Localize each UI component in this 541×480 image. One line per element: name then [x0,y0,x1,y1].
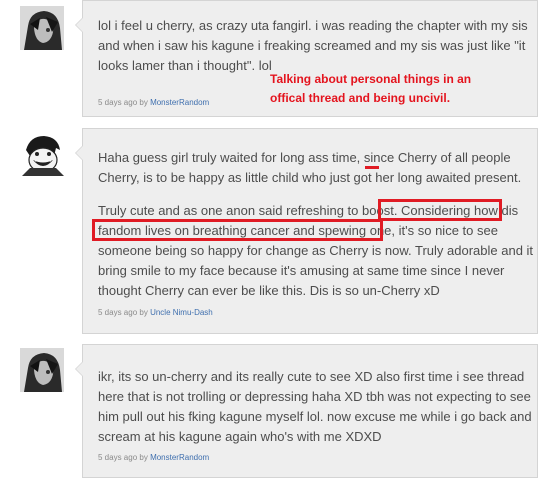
comment-line: lol i feel u cherry, as crazy uta fangir… [98,18,528,33]
user-avatar[interactable] [20,132,64,176]
user-avatar[interactable] [20,6,64,50]
highlight-underline [365,166,379,169]
by-label: by [139,98,148,107]
comment-text: Haha guess girl truly waited for long as… [98,148,523,188]
highlight-box [378,199,502,221]
annotation-line: Talking about personal things in an [270,72,472,86]
comment-line: thought Cherry can ever be like this. Di… [98,283,440,298]
comment-line: here that is not trolling or depressing … [98,389,531,404]
author-link[interactable]: Uncle Nimu-Dash [150,308,213,317]
comment-line: someone being so happy for change as Che… [98,243,534,258]
annotation-note: Talking about personal things in an offi… [270,70,471,108]
comment-meta: 5 days ago by MonsterRandom [98,453,209,463]
author-link[interactable]: MonsterRandom [150,98,209,107]
timestamp: 5 days ago [98,308,138,317]
comment-line: him pull out his fking kagune myself lol… [98,409,532,424]
manga-avatar-icon [20,132,64,176]
comment-line: scream at his kagune again who's with me… [98,429,382,444]
manga-avatar-icon [20,348,64,392]
highlight-box [92,219,383,241]
timestamp: 5 days ago [98,98,138,107]
comment-bubble: ikr, its so un-cherry and its really cut… [75,344,538,478]
comment-line: ikr, its so un-cherry and its really cut… [98,369,525,384]
bubble-arrow [75,145,83,161]
author-link[interactable]: MonsterRandom [150,453,209,462]
timestamp: 5 days ago [98,453,138,462]
comment-line: bring smile to my face because it's amus… [98,263,505,278]
comment-meta: 5 days ago by MonsterRandom [98,98,209,108]
comment-line: and when i saw his kagune i freaking scr… [98,38,526,53]
comment-line: Haha guess girl truly waited for long as… [98,150,511,165]
by-label: by [139,308,148,317]
by-label: by [139,453,148,462]
annotation-line: offical thread and being uncivil. [270,91,451,105]
bubble-arrow [75,361,83,377]
comment-text: lol i feel u cherry, as crazy uta fangir… [98,16,528,76]
comment-meta: 5 days ago by Uncle Nimu-Dash [98,308,213,318]
comment-text: ikr, its so un-cherry and its really cut… [98,367,532,447]
manga-avatar-icon [20,6,64,50]
bubble-arrow [75,17,83,33]
user-avatar[interactable] [20,348,64,392]
comment-line: Cherry, is to be happy as little child w… [98,170,522,185]
